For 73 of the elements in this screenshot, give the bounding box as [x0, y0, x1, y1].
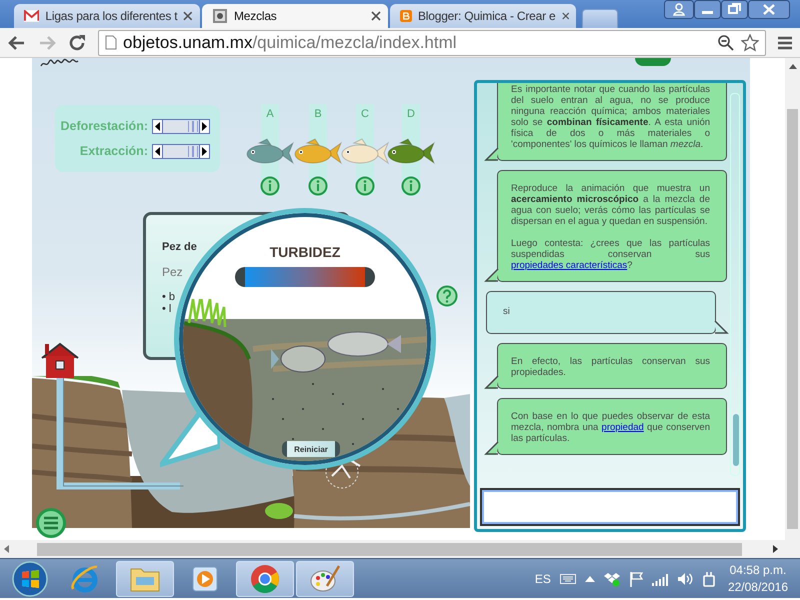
house-icon	[40, 342, 80, 378]
crest-icon	[212, 8, 228, 24]
volume-icon[interactable]	[676, 572, 693, 586]
language-indicator[interactable]: ES	[534, 572, 551, 586]
text-link[interactable]: propiedad	[602, 422, 644, 433]
bullet-item: • b	[162, 291, 176, 303]
panel-tab[interactable]	[635, 58, 671, 66]
flag-icon[interactable]	[628, 570, 643, 586]
card-text: Pez	[162, 265, 184, 279]
back-icon[interactable]	[8, 34, 26, 50]
minimize-icon[interactable]	[694, 0, 721, 19]
slider-thumb[interactable]	[188, 120, 198, 132]
start-icon[interactable]	[11, 560, 49, 598]
message-text: si	[503, 306, 511, 317]
fish-label: A	[266, 108, 274, 122]
slider-label: Extracción:	[78, 144, 148, 158]
clock[interactable]: 04:58 p.m. 22/08/2016	[728, 562, 788, 596]
box-sync-icon[interactable]	[604, 570, 620, 586]
browser-tab[interactable]: Ligas para los diferentes t	[14, 4, 200, 28]
keyboard-icon[interactable]	[560, 574, 576, 584]
close-icon[interactable]	[183, 11, 193, 21]
message-text: Reproduce la animación que muestra un acercamiento microscópico a la mezcla de agua con suelo; verás cómo las partículas se dispersan en el agua y quedan en suspensión.	[511, 183, 710, 227]
palette-icon[interactable]	[309, 564, 341, 594]
left-arrow-icon[interactable]	[155, 122, 160, 130]
gauge-title: TURBIDEZ	[270, 244, 340, 260]
chrome-icon[interactable]	[250, 564, 280, 594]
browser-tab[interactable]: Mezclas	[202, 4, 388, 28]
fish-label: C	[361, 108, 369, 122]
right-arrow-icon[interactable]	[202, 122, 207, 130]
slider-thumb[interactable]	[188, 146, 198, 156]
scroll-up-icon[interactable]	[788, 64, 796, 69]
fish-label: D	[407, 108, 415, 122]
scroll-right-icon[interactable]	[773, 545, 778, 553]
text-link[interactable]: propiedades características	[511, 260, 628, 271]
zoom-out-icon[interactable]	[717, 34, 735, 52]
close-icon[interactable]	[371, 11, 381, 21]
message-text: En efecto, las partículas conservan sus propiedades.	[511, 356, 710, 378]
close-icon[interactable]	[562, 11, 569, 21]
mail-icon	[24, 10, 40, 22]
left-arrow-icon[interactable]	[155, 146, 160, 156]
answer-field[interactable]	[480, 488, 740, 526]
blog-icon	[400, 8, 412, 24]
right-arrow-icon[interactable]	[202, 146, 207, 156]
logo-icon	[40, 58, 80, 68]
fish-label: B	[314, 108, 322, 122]
slider[interactable]	[152, 118, 210, 134]
page-icon	[105, 35, 117, 50]
bullet-item: • l	[162, 303, 172, 315]
message-text: Con base en lo que puedes observar de esta mezcla, nombra una propiedad que conserven las partículas.	[511, 411, 710, 444]
message-text: Luego contesta: ¿crees que las partículas suspendidas conservan sus propiedades características?	[511, 238, 710, 271]
chat-scrollbar[interactable]	[730, 93, 740, 476]
star-icon[interactable]	[741, 34, 759, 52]
url-text: objetos.unam.mx/quimica/mezcla/index.html	[123, 32, 457, 52]
close-icon[interactable]	[748, 0, 790, 19]
browser-tab[interactable]: Blogger: Quimica - Crear e	[390, 4, 576, 28]
slider-label: Deforestación:	[60, 119, 148, 133]
show-hidden-icons-icon[interactable]	[584, 576, 595, 582]
maximize-icon[interactable]	[721, 0, 748, 19]
message-text: Es importante notar que cuando las partículas del suelo entran al agua, no se produce ninguna reacción química; ambos materiales solo se combinan físicamente. A esta unión física de dos o más materiales o 'componentes' los químicos le llaman mezcla.	[511, 84, 710, 150]
scroll-left-icon[interactable]	[4, 545, 9, 553]
help-icon[interactable]	[436, 285, 458, 307]
menu-icon[interactable]	[778, 36, 792, 50]
slider[interactable]	[152, 144, 210, 158]
power-plug-icon[interactable]	[702, 570, 716, 586]
reset-button[interactable]: Reiniciar	[282, 441, 340, 457]
horizontal-scrollbar[interactable]	[37, 542, 742, 556]
signal-icon[interactable]	[652, 572, 668, 586]
user-icon[interactable]	[664, 0, 694, 19]
vertical-scrollbar[interactable]	[785, 58, 800, 540]
address-bar[interactable]: objetos.unam.mx/quimica/mezcla/index.html	[98, 30, 766, 56]
menu-icon[interactable]	[36, 508, 66, 538]
play-icon[interactable]	[191, 564, 219, 592]
reload-icon[interactable]	[68, 34, 86, 52]
